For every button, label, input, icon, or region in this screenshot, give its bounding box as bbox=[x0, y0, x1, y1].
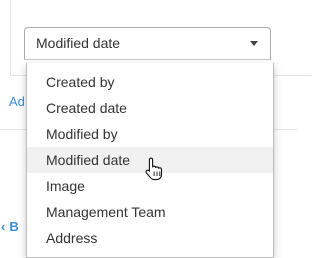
dropdown-option-created-by[interactable]: Created by bbox=[27, 69, 273, 95]
dropdown-option-modified-by[interactable]: Modified by bbox=[27, 121, 273, 147]
dropdown-option-address[interactable]: Address bbox=[27, 225, 273, 251]
caret-down-icon bbox=[250, 41, 258, 46]
dropdown-option-created-date[interactable]: Created date bbox=[27, 95, 273, 121]
back-button[interactable]: ‹ B bbox=[1, 219, 19, 234]
hand-pointer-icon bbox=[145, 157, 163, 181]
add-link[interactable]: Ad bbox=[9, 94, 25, 109]
dropdown-option-management-team[interactable]: Management Team bbox=[27, 199, 273, 225]
select-value: Modified date bbox=[36, 35, 121, 51]
sort-field-select[interactable]: Modified date bbox=[24, 27, 271, 60]
back-button-label: B bbox=[9, 219, 19, 234]
chevron-left-icon: ‹ bbox=[1, 219, 6, 234]
